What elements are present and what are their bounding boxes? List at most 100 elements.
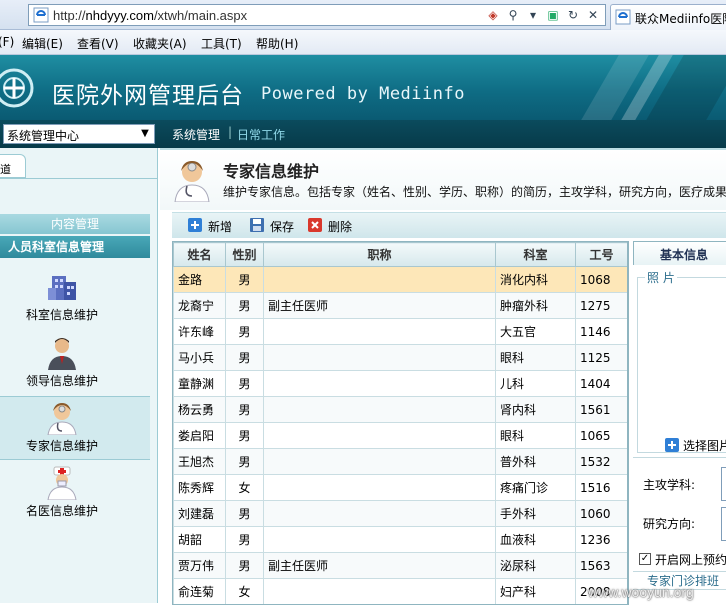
cell-department: 眼科: [495, 422, 576, 449]
system-select[interactable]: 系统管理中心 ▼: [3, 124, 155, 144]
menu-help[interactable]: 帮助(H): [256, 35, 298, 52]
url-input[interactable]: http://nhdyyy.com/xtwh/main.aspx ◈ ⚲ ▾ ▣…: [28, 4, 606, 26]
building-icon: [48, 276, 76, 300]
cell-title: [263, 318, 496, 345]
subject-label: 主攻学科:: [643, 478, 696, 492]
cell-title: [263, 526, 496, 553]
column-header-id[interactable]: 工号: [575, 242, 627, 267]
cell-title: [263, 422, 496, 449]
column-header-gender[interactable]: 性别: [225, 242, 264, 267]
cell-id: 1404: [575, 370, 627, 397]
page-description: 维护专家信息。包括专家（姓名、性别、学历、职称）的简历，主攻学科，研究方向，医疗…: [223, 185, 726, 199]
page-header: 专家信息维护 维护专家信息。包括专家（姓名、性别、学历、职称）的简历，主攻学科，…: [160, 150, 726, 210]
cell-gender: 男: [225, 370, 264, 397]
table-row[interactable]: 许东峰男 大五官 1146: [173, 318, 627, 345]
table-row[interactable]: 胡韶男 血液科 1236: [173, 526, 627, 553]
table-row[interactable]: 娄启阳男 眼科 1065: [173, 422, 627, 449]
search-icon[interactable]: ⚲: [505, 7, 521, 23]
cell-department: 妇产科: [495, 578, 576, 604]
table-row[interactable]: 杨云勇男 肾内科 1561: [173, 396, 627, 423]
cell-id: 1236: [575, 526, 627, 553]
cell-name: 贾万伟: [173, 552, 226, 579]
refresh-icon[interactable]: ↻: [565, 7, 581, 23]
content-management-header[interactable]: 内容管理: [0, 214, 150, 234]
subject-input[interactable]: [721, 467, 726, 501]
save-button[interactable]: 保存: [250, 217, 300, 235]
cell-id: 1146: [575, 318, 627, 345]
dropdown-icon[interactable]: ▾: [525, 7, 541, 23]
cell-id: 1275: [575, 292, 627, 319]
cell-name: 俞连菊: [173, 578, 226, 604]
cell-name: 许东峰: [173, 318, 226, 345]
table-row[interactable]: 马小兵男 眼科 1125: [173, 344, 627, 371]
cell-gender: 男: [225, 292, 264, 319]
hospital-logo-icon: [0, 68, 34, 108]
ie-page-icon: [33, 7, 49, 23]
menu-view[interactable]: 查看(V): [77, 35, 119, 52]
cell-gender: 男: [225, 552, 264, 579]
cell-name: 金路: [173, 266, 226, 293]
cell-name: 娄启阳: [173, 422, 226, 449]
nav-daily-work[interactable]: 日常工作: [237, 126, 285, 143]
system-nav-bar: 系统管理中心 ▼ 系统管理 | 日常工作: [0, 120, 726, 148]
cell-title: 副主任医师: [263, 292, 496, 319]
cell-department: 泌尿科: [495, 552, 576, 579]
sidebar-tab[interactable]: 道: [0, 154, 26, 178]
sidebar-item-famous-doctor[interactable]: 名医信息维护: [0, 462, 150, 526]
delete-button[interactable]: 删除: [308, 217, 358, 235]
menu-tools[interactable]: 工具(T): [201, 35, 242, 52]
section-header[interactable]: 人员科室信息管理: [0, 236, 150, 258]
cell-id: 1125: [575, 344, 627, 371]
column-header-name[interactable]: 姓名: [173, 242, 226, 267]
online-booking-checkbox[interactable]: ✓: [639, 553, 651, 565]
leader-icon: [48, 338, 76, 370]
research-input[interactable]: [721, 507, 726, 541]
menu-file[interactable]: (F): [0, 35, 14, 49]
cell-department: 肾内科: [495, 396, 576, 423]
cell-name: 刘建磊: [173, 500, 226, 527]
sidebar-item-department[interactable]: 科室信息维护: [0, 266, 150, 330]
cell-gender: 男: [225, 448, 264, 475]
compat-view-icon[interactable]: ◈: [485, 7, 501, 23]
nav-separator: |: [228, 125, 233, 139]
browser-tab[interactable]: 联众Mediinfo医院: [610, 4, 726, 30]
cell-title: [263, 500, 496, 527]
delete-icon: [308, 218, 322, 232]
table-row[interactable]: 贾万伟男副主任医师 泌尿科 1563: [173, 552, 627, 579]
rss-icon[interactable]: ▣: [545, 7, 561, 23]
cell-gender: 男: [225, 266, 264, 293]
cell-gender: 女: [225, 578, 264, 604]
cell-name: 童静渊: [173, 370, 226, 397]
doctor-icon: [47, 466, 77, 500]
cell-department: 血液科: [495, 526, 576, 553]
table-row[interactable]: 刘建磊男 手外科 1060: [173, 500, 627, 527]
research-label: 研究方向:: [643, 517, 696, 531]
cell-department: 手外科: [495, 500, 576, 527]
sidebar-item-leader[interactable]: 领导信息维护: [0, 332, 150, 396]
menu-edit[interactable]: 编辑(E): [22, 35, 63, 52]
menu-bar: (F) 编辑(E) 查看(V) 收藏夹(A) 工具(T) 帮助(H): [0, 30, 726, 55]
table-row[interactable]: 俞连菊女妇产科 2008: [173, 578, 627, 604]
nav-system-management[interactable]: 系统管理: [172, 126, 220, 143]
menu-favorites[interactable]: 收藏夹(A): [133, 35, 187, 52]
table-row[interactable]: 童静渊男 儿科 1404: [173, 370, 627, 397]
stop-icon[interactable]: ✕: [585, 7, 601, 23]
table-row[interactable]: 龙裔宁男副主任医师 肿瘤外科 1275: [173, 292, 627, 319]
chevron-down-icon[interactable]: ▼: [136, 125, 154, 143]
add-button[interactable]: 新增: [188, 217, 238, 235]
cell-name: 杨云勇: [173, 396, 226, 423]
sidebar-item-expert[interactable]: 专家信息维护: [0, 396, 150, 460]
tab-title: 联众Mediinfo医院: [635, 12, 726, 26]
tab-basic-info[interactable]: 基本信息: [633, 241, 726, 265]
system-title: 医院外网管理后台: [52, 83, 244, 109]
cell-id: 1563: [575, 552, 627, 579]
cell-name: 龙裔宁: [173, 292, 226, 319]
cell-id: 1060: [575, 500, 627, 527]
table-row[interactable]: 王旭杰男 普外科 1532: [173, 448, 627, 475]
cell-name: 陈秀辉: [173, 474, 226, 501]
table-row[interactable]: 金路男 消化内科 1068: [173, 266, 627, 293]
column-header-department[interactable]: 科室: [495, 242, 576, 267]
cell-id: 1561: [575, 396, 627, 423]
table-row[interactable]: 陈秀辉女 疼痛门诊 1516: [173, 474, 627, 501]
column-header-title[interactable]: 职称: [263, 242, 496, 267]
